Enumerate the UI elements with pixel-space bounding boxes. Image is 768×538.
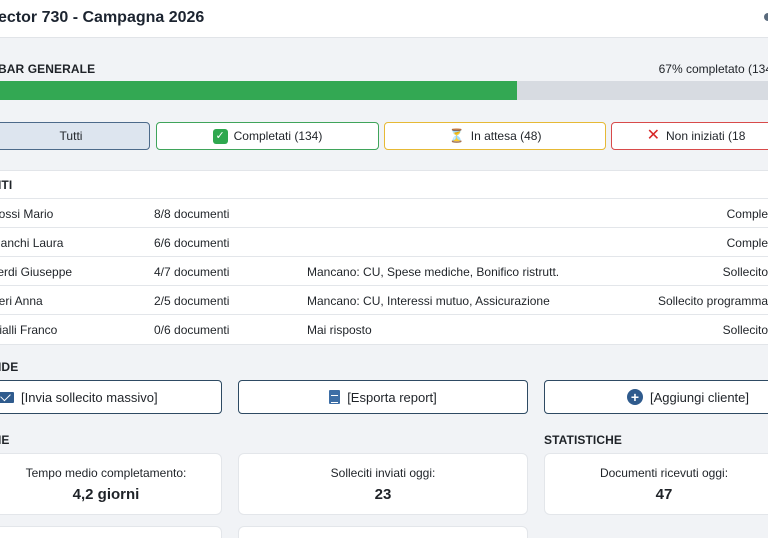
- stat-value: 47: [655, 486, 673, 503]
- stat-label: Tempo medio completamento:: [25, 466, 187, 480]
- stat-card-partial: [0, 526, 222, 538]
- page-title: ector 730 - Campagna 2026: [0, 9, 205, 26]
- filter-waiting-button[interactable]: ⏳ In attesa (48): [384, 122, 606, 150]
- stats-left-label: IE: [0, 433, 10, 447]
- progress-section-label: BAR GENERALE: [0, 62, 96, 76]
- table-row[interactable]: Verdi Giuseppe 4/7 documenti Mancano: CU…: [0, 256, 768, 285]
- client-status: Sollecito: [722, 265, 768, 279]
- client-name: Verdi Giuseppe: [0, 265, 73, 279]
- stat-value: 23: [374, 486, 392, 503]
- client-status: Comple: [726, 207, 768, 221]
- header-status-icon[interactable]: [764, 13, 768, 21]
- actions-section-label: IDE: [0, 360, 19, 374]
- filter-not-started-label: Non iniziati (18: [666, 129, 746, 143]
- client-name: Bianchi Laura: [0, 236, 64, 250]
- client-docs: 0/6 documenti: [154, 323, 230, 337]
- client-name: Rossi Mario: [0, 207, 54, 221]
- export-report-label: [Esporta report]: [347, 389, 437, 405]
- export-report-button[interactable]: [Esporta report]: [238, 380, 528, 414]
- stat-card-avg-time: Tempo medio completamento: 4,2 giorni: [0, 453, 222, 515]
- stat-card-documents: Documenti ricevuti oggi: 47: [544, 453, 768, 515]
- client-docs: 4/7 documenti: [154, 265, 230, 279]
- table-row[interactable]: Neri Anna 2/5 documenti Mancano: CU, Int…: [0, 285, 768, 314]
- client-missing: Mai risposto: [307, 323, 372, 337]
- client-docs: 2/5 documenti: [154, 294, 230, 308]
- client-status: Sollecito: [722, 323, 768, 337]
- filter-all-label: Tutti: [59, 129, 83, 143]
- add-client-button[interactable]: + [Aggiungi cliente]: [544, 380, 768, 414]
- client-status: Sollecito programma: [657, 294, 768, 308]
- filter-not-started-button[interactable]: ✕ Non iniziati (18: [611, 122, 768, 150]
- progress-bar-fill: [0, 81, 517, 100]
- stat-card-partial: [238, 526, 528, 538]
- stats-section-label: STATISTICHE: [544, 433, 622, 447]
- stat-label: Solleciti inviati oggi:: [330, 466, 436, 480]
- stat-value: 4,2 giorni: [72, 486, 140, 503]
- hourglass-icon: ⏳: [448, 128, 465, 143]
- x-icon: ✕: [646, 127, 661, 144]
- stat-card-reminders: Solleciti inviati oggi: 23: [238, 453, 528, 515]
- progress-percent-text: 67% completato (134: [658, 62, 768, 76]
- clients-panel: ITI Rossi Mario 8/8 documenti Comple Bia…: [0, 170, 768, 345]
- bulk-reminder-button[interactable]: [Invia sollecito massivo]: [0, 380, 222, 414]
- plus-circle-icon: +: [627, 389, 643, 405]
- client-docs: 8/8 documenti: [154, 207, 230, 221]
- filter-completed-label: Completati (134): [233, 129, 323, 143]
- client-missing: Mancano: CU, Interessi mutuo, Assicurazi…: [307, 294, 550, 308]
- clients-section-label: ITI: [0, 178, 13, 192]
- table-row[interactable]: Rossi Mario 8/8 documenti Comple: [0, 198, 768, 227]
- document-icon: [329, 390, 341, 404]
- bulk-reminder-label: [Invia sollecito massivo]: [21, 389, 158, 405]
- client-status: Comple: [726, 236, 768, 250]
- add-client-label: [Aggiungi cliente]: [650, 389, 750, 405]
- client-name: Neri Anna: [0, 294, 43, 308]
- filter-all-button[interactable]: Tutti: [0, 122, 150, 150]
- filter-completed-button[interactable]: ✓ Completati (134): [156, 122, 379, 150]
- app-header: ector 730 - Campagna 2026: [0, 0, 768, 38]
- clients-table: Rossi Mario 8/8 documenti Comple Bianchi…: [0, 198, 768, 343]
- check-icon: ✓: [212, 128, 228, 144]
- client-missing: Mancano: CU, Spese mediche, Bonifico ris…: [307, 265, 560, 279]
- table-row[interactable]: Gialli Franco 0/6 documenti Mai risposto…: [0, 314, 768, 343]
- client-name: Gialli Franco: [0, 323, 58, 337]
- mail-icon: [0, 391, 14, 403]
- client-docs: 6/6 documenti: [154, 236, 230, 250]
- table-row[interactable]: Bianchi Laura 6/6 documenti Comple: [0, 227, 768, 256]
- stat-label: Documenti ricevuti oggi:: [599, 466, 729, 480]
- overall-progress-bar: [0, 81, 768, 100]
- filter-waiting-label: In attesa (48): [470, 129, 542, 143]
